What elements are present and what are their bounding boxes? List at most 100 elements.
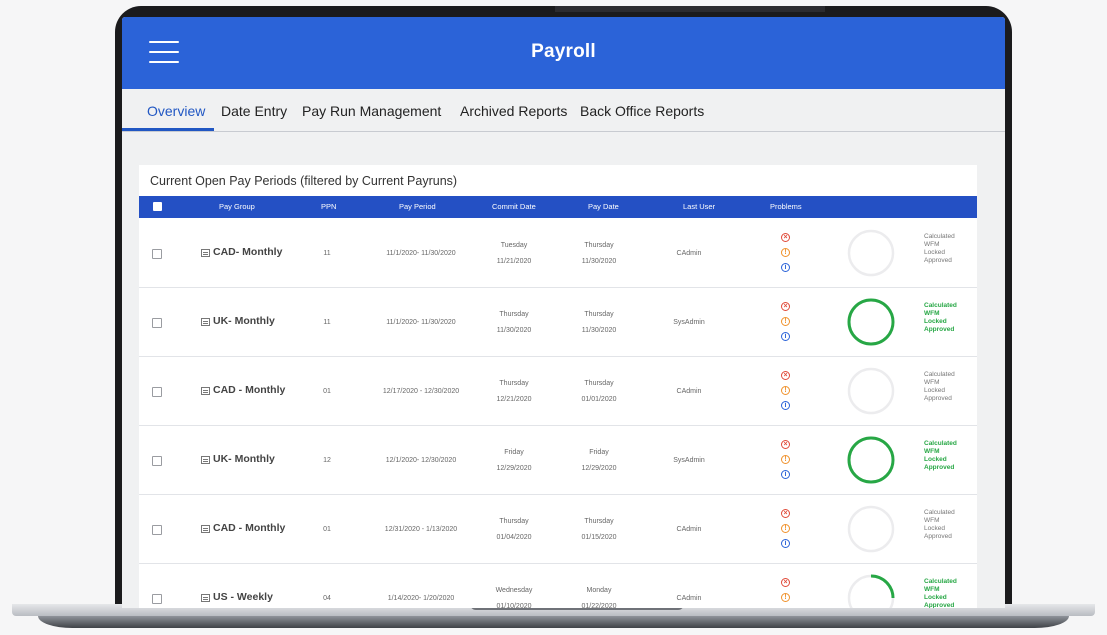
tab-date-entry[interactable]: Date Entry <box>221 103 287 119</box>
status-calculated: Calculated <box>924 578 957 585</box>
status-locked: Locked <box>924 249 945 256</box>
active-tab-indicator <box>122 128 214 131</box>
error-icon[interactable]: × <box>781 578 790 587</box>
row-checkbox[interactable] <box>152 318 162 328</box>
info-icon[interactable]: i <box>781 263 790 272</box>
commit-day: Thursday <box>499 380 529 387</box>
col-pay-date[interactable]: Pay Date <box>588 202 619 211</box>
select-all-checkbox[interactable] <box>153 202 162 211</box>
status-calculated: Calculated <box>924 440 957 447</box>
progress-ring <box>847 436 895 484</box>
pay-period-value: 12/1/2020- 12/30/2020 <box>385 457 457 464</box>
warning-icon[interactable]: ! <box>781 593 790 602</box>
warning-icon[interactable]: ! <box>781 386 790 395</box>
info-icon[interactable]: i <box>781 401 790 410</box>
row-checkbox[interactable] <box>152 525 162 535</box>
status-approved: Approved <box>924 326 955 333</box>
table-row[interactable]: UK- Monthly 11 11/1/2020- 11/30/2020 Thursd… <box>139 288 977 357</box>
progress-ring-fill <box>847 436 895 484</box>
status-list: Calculated WFM Locked Approved <box>924 371 955 403</box>
error-icon[interactable]: × <box>781 302 790 311</box>
status-wfm: WFM <box>924 241 940 248</box>
table-header: Pay Group PPN Pay Period Commit Date Pay… <box>139 196 977 218</box>
warning-icon[interactable]: ! <box>781 524 790 533</box>
commit-date: 12/29/2020 <box>496 465 532 472</box>
pay-group-name[interactable]: UK- Monthly <box>213 315 275 327</box>
pay-day: Thursday <box>584 242 614 249</box>
pay-group-name[interactable]: CAD - Monthly <box>213 522 285 534</box>
pay-date: 11/30/2020 <box>581 258 617 265</box>
last-user: CAdmin <box>676 388 702 395</box>
pay-date: 01/15/2020 <box>581 534 617 541</box>
pay-day: Thursday <box>584 380 614 387</box>
table-row[interactable]: CAD - Monthly 01 12/17/2020 - 12/30/2020 Th… <box>139 357 977 426</box>
error-icon[interactable]: × <box>781 233 790 242</box>
calendar-icon <box>201 525 210 533</box>
row-checkbox[interactable] <box>152 456 162 466</box>
status-approved: Approved <box>924 533 952 540</box>
info-icon[interactable]: i <box>781 539 790 548</box>
calendar-icon <box>201 249 210 257</box>
app-header: Payroll <box>122 17 1005 89</box>
commit-date: 01/10/2020 <box>496 603 532 608</box>
warning-icon[interactable]: ! <box>781 317 790 326</box>
tab-archived-reports[interactable]: Archived Reports <box>460 103 567 119</box>
pay-group-name[interactable]: UK- Monthly <box>213 453 275 465</box>
tab-back-office-reports[interactable]: Back Office Reports <box>580 103 704 119</box>
commit-day: Thursday <box>499 311 529 318</box>
pay-date: 11/30/2020 <box>581 327 617 334</box>
row-checkbox[interactable] <box>152 594 162 604</box>
last-user: CAdmin <box>676 526 702 533</box>
commit-day: Thursday <box>499 518 529 525</box>
commit-day: Friday <box>504 449 524 456</box>
last-user: CAdmin <box>676 250 702 257</box>
tab-overview[interactable]: Overview <box>147 103 205 119</box>
error-icon[interactable]: × <box>781 509 790 518</box>
status-list: Calculated WFM Locked Approved <box>924 440 957 472</box>
pay-period-value: 12/17/2020 - 12/30/2020 <box>382 388 460 395</box>
col-commit-date[interactable]: Commit Date <box>492 202 536 211</box>
calendar-icon <box>201 318 210 326</box>
pay-group-name[interactable]: CAD- Monthly <box>213 246 282 258</box>
info-icon[interactable]: i <box>781 332 790 341</box>
status-approved: Approved <box>924 395 952 402</box>
status-calculated: Calculated <box>924 233 955 240</box>
progress-ring-track <box>847 505 895 553</box>
pay-period-value: 11/1/2020- 11/30/2020 <box>386 250 456 257</box>
status-wfm: WFM <box>924 448 940 455</box>
ppn-value: 12 <box>323 457 331 464</box>
status-list: Calculated WFM Locked Approved <box>924 509 955 541</box>
card-title: Current Open Pay Periods (filtered by Cu… <box>150 174 458 188</box>
commit-day: Wednesday <box>495 587 533 594</box>
status-wfm: WFM <box>924 310 940 317</box>
status-calculated: Calculated <box>924 302 957 309</box>
error-icon[interactable]: × <box>781 371 790 380</box>
col-problems[interactable]: Problems <box>770 202 802 211</box>
col-ppn[interactable]: PPN <box>321 202 336 211</box>
progress-ring-track <box>847 367 895 415</box>
row-checkbox[interactable] <box>152 249 162 259</box>
pay-day: Friday <box>589 449 609 456</box>
calendar-icon <box>201 387 210 395</box>
info-icon[interactable]: i <box>781 470 790 479</box>
error-icon[interactable]: × <box>781 440 790 449</box>
table-row[interactable]: UK- Monthly 12 12/1/2020- 12/30/2020 Friday… <box>139 426 977 495</box>
col-last-user[interactable]: Last User <box>683 202 715 211</box>
progress-ring <box>847 229 895 277</box>
pay-date: 12/29/2020 <box>581 465 617 472</box>
col-pay-group[interactable]: Pay Group <box>219 202 255 211</box>
progress-ring-track <box>847 229 895 277</box>
warning-icon[interactable]: ! <box>781 455 790 464</box>
col-pay-period[interactable]: Pay Period <box>399 202 436 211</box>
table-row[interactable]: CAD - Monthly 01 12/31/2020 - 1/13/2020 Thu… <box>139 495 977 564</box>
table-row[interactable]: US - Weekly 04 1/14/2020- 1/20/2020 Wednesd… <box>139 564 977 608</box>
row-checkbox[interactable] <box>152 387 162 397</box>
table-row[interactable]: CAD- Monthly 11 11/1/2020- 11/30/2020 Tuesd… <box>139 219 977 288</box>
progress-ring <box>847 367 895 415</box>
pay-group-name[interactable]: US - Weekly <box>213 591 273 603</box>
pay-date: 01/22/2020 <box>581 603 617 608</box>
tab-pay-run-management[interactable]: Pay Run Management <box>302 103 441 119</box>
warning-icon[interactable]: ! <box>781 248 790 257</box>
status-wfm: WFM <box>924 379 940 386</box>
pay-group-name[interactable]: CAD - Monthly <box>213 384 285 396</box>
